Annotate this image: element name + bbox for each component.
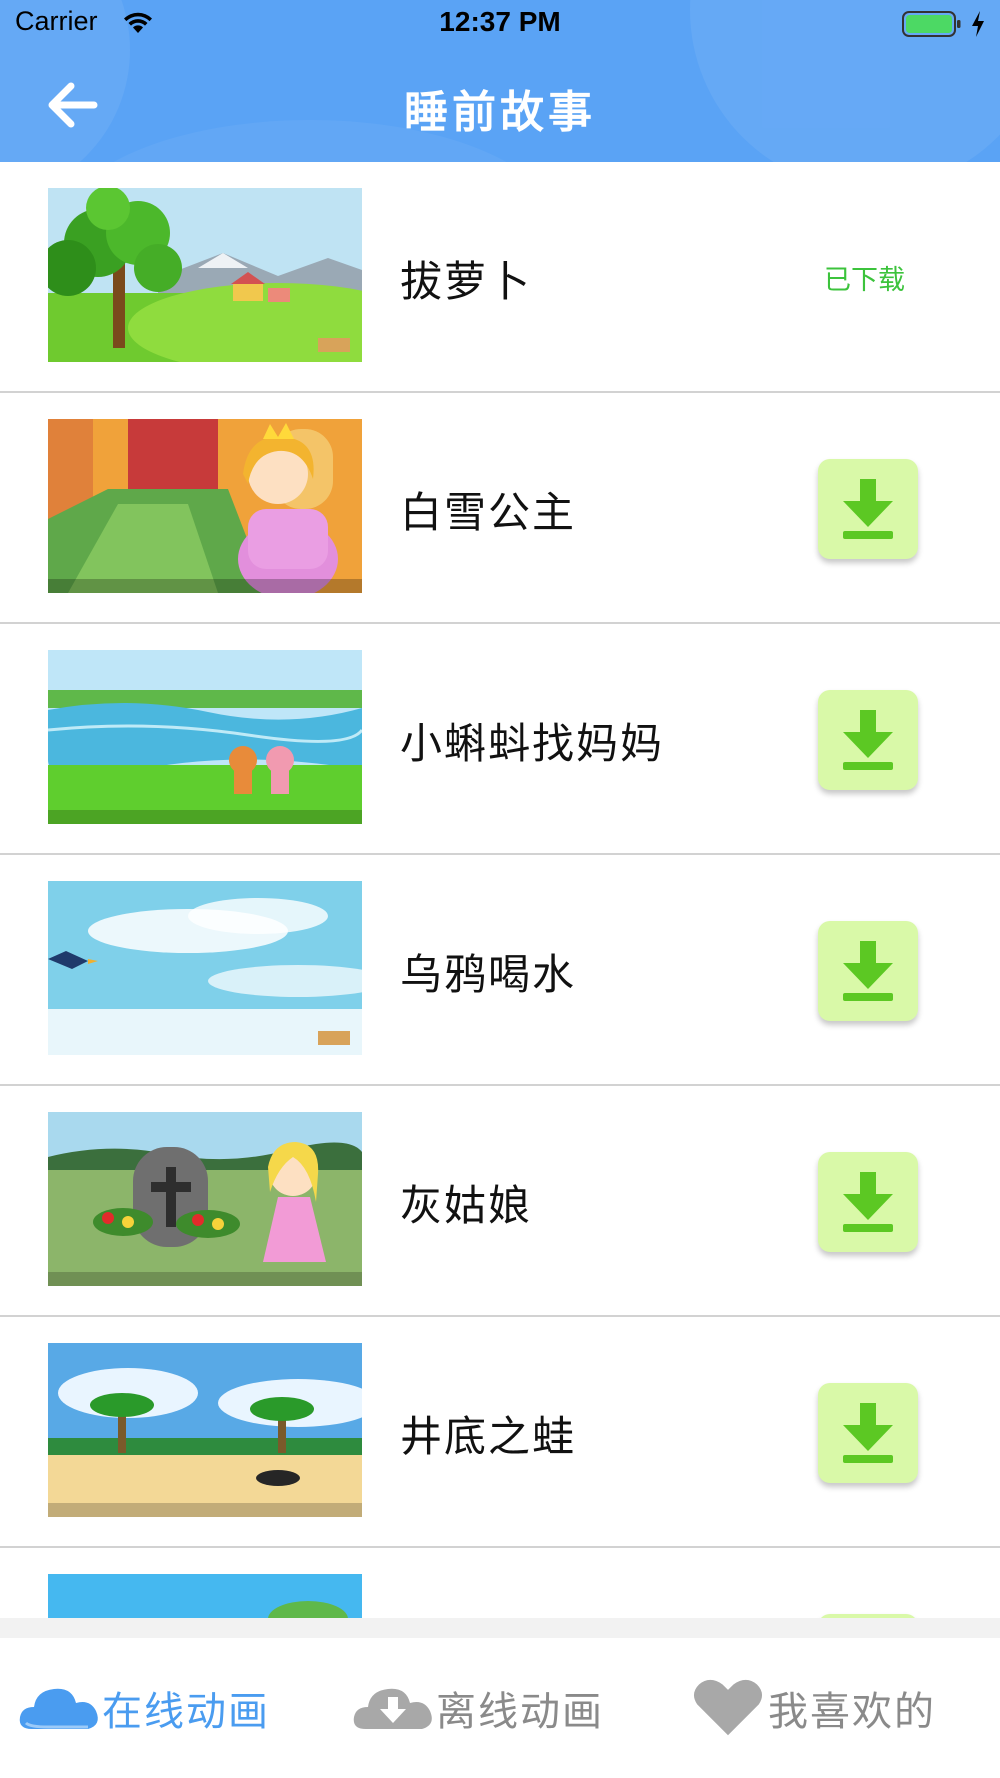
tab-online-animation[interactable]: 在线动画 <box>18 1638 270 1778</box>
cloud-download-icon <box>353 1688 432 1729</box>
tab-label: 我喜欢的 <box>768 1689 936 1735</box>
story-thumbnail <box>48 1112 362 1286</box>
tab-offline-animation[interactable]: 离线动画 <box>352 1638 604 1778</box>
charging-bolt-icon <box>972 11 984 37</box>
list-item[interactable]: 小蝌蚪找妈妈 <box>0 624 1000 855</box>
story-title: 白雪公主 <box>400 488 577 537</box>
story-thumbnail <box>48 419 362 593</box>
list-item[interactable]: 白雪公主 <box>0 393 1000 624</box>
downloaded-status: 已下载 <box>824 265 905 296</box>
header: Carrier 12:37 PM 睡前故事 <box>0 0 1000 162</box>
tab-favorites[interactable]: 我喜欢的 <box>688 1638 936 1778</box>
clock: 12:37 PM <box>439 6 561 37</box>
download-icon <box>843 479 893 539</box>
story-title: 井底之蛙 <box>400 1412 577 1461</box>
download-button[interactable] <box>818 921 918 1021</box>
download-button[interactable] <box>818 459 918 559</box>
battery-icon <box>902 11 961 37</box>
story-title: 乌鸦喝水 <box>400 950 577 999</box>
story-title: 灰姑娘 <box>400 1181 533 1230</box>
download-icon <box>843 1172 893 1232</box>
page-title: 睡前故事 <box>404 87 596 138</box>
story-thumbnail <box>48 881 362 1055</box>
story-list[interactable]: 拔萝卜 已下载 白雪公主 小蝌蚪找妈妈 乌鸦喝水 灰姑娘 井底之蛙 <box>0 162 1000 1618</box>
status-bar: Carrier 12:37 PM <box>0 0 1000 48</box>
story-title: 小蝌蚪找妈妈 <box>400 719 665 768</box>
tab-bar: 在线动画 离线动画 我喜欢的 <box>0 1638 1000 1778</box>
story-thumbnail <box>48 1574 362 1618</box>
list-item[interactable]: 井底之蛙 <box>0 1317 1000 1548</box>
tab-bar-separator <box>0 1618 1000 1638</box>
download-icon <box>843 1403 893 1463</box>
cloud-icon <box>19 1688 98 1729</box>
heart-icon <box>693 1679 763 1736</box>
download-button[interactable] <box>818 690 918 790</box>
story-thumbnail <box>48 188 362 362</box>
story-thumbnail <box>48 1343 362 1517</box>
story-title: 拔萝卜 <box>400 257 533 306</box>
download-button[interactable] <box>818 1152 918 1252</box>
list-item[interactable]: 灰姑娘 <box>0 1086 1000 1317</box>
list-item[interactable]: 拔萝卜 已下载 <box>0 162 1000 393</box>
tab-label: 在线动画 <box>102 1689 270 1735</box>
download-button[interactable] <box>818 1383 918 1483</box>
list-item[interactable] <box>0 1548 1000 1618</box>
download-icon <box>843 710 893 770</box>
nav-bar: 睡前故事 <box>0 48 1000 162</box>
tab-label: 离线动画 <box>436 1689 604 1735</box>
list-item[interactable]: 乌鸦喝水 <box>0 855 1000 1086</box>
story-thumbnail <box>48 650 362 824</box>
download-icon <box>843 941 893 1001</box>
